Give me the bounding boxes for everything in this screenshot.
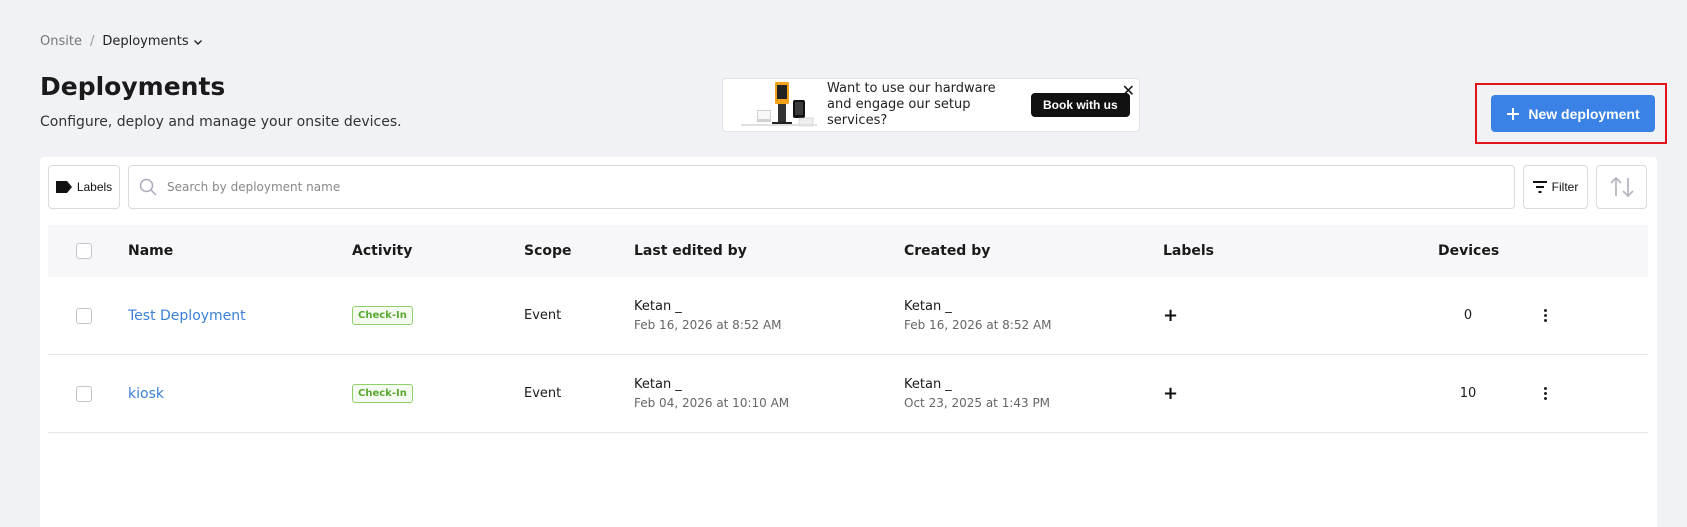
edited-date: Feb 04, 2026 at 10:10 AM <box>634 395 790 410</box>
sort-arrows-icon <box>1609 176 1634 198</box>
promo-text: Want to use our hardware and engage our … <box>827 81 996 128</box>
add-label-icon[interactable]: + <box>1163 305 1178 326</box>
new-deployment-label: New deployment <box>1528 105 1640 122</box>
deployments-table: Name Activity Scope Last edited by Creat… <box>48 225 1648 433</box>
scope-value: Event <box>524 386 562 401</box>
deployments-panel: Labels Filter Name Activity Scope Last e… <box>40 157 1657 527</box>
labels-button-label: Labels <box>76 180 113 194</box>
devices-count: 10 <box>1459 386 1477 401</box>
created-date: Feb 16, 2026 at 8:52 AM <box>904 317 1052 332</box>
header-name[interactable]: Name <box>128 243 173 259</box>
close-icon[interactable]: ✕ <box>1122 81 1135 100</box>
add-label-icon[interactable]: + <box>1163 383 1178 404</box>
header-last-edited[interactable]: Last edited by <box>634 243 747 259</box>
page-title: Deployments <box>40 72 226 101</box>
sort-button[interactable] <box>1596 165 1647 209</box>
deployment-name-link[interactable]: Test Deployment <box>128 308 246 324</box>
chevron-down-icon <box>193 39 202 45</box>
created-cell: Ketan _ Oct 23, 2025 at 1:43 PM <box>904 375 1050 413</box>
breadcrumb-separator: / <box>89 34 95 49</box>
search-input[interactable] <box>167 180 1514 194</box>
activity-badge: Check-In <box>352 306 413 325</box>
created-by-name: Ketan _ <box>904 376 952 392</box>
header-devices[interactable]: Devices <box>1438 243 1499 259</box>
created-date: Oct 23, 2025 at 1:43 PM <box>904 395 1051 410</box>
header-scope[interactable]: Scope <box>524 243 572 259</box>
label-tag-icon <box>55 181 72 193</box>
table-row: kiosk Check-In Event Ketan _ Feb 04, 202… <box>48 355 1648 433</box>
breadcrumb-deployments-dropdown[interactable]: Deployments <box>102 34 202 49</box>
hardware-promo-banner: Want to use our hardware and engage our … <box>722 78 1140 132</box>
labels-button[interactable]: Labels <box>48 165 120 209</box>
edited-by-name: Ketan _ <box>634 298 682 314</box>
new-deployment-button[interactable]: New deployment <box>1491 95 1655 132</box>
row-checkbox[interactable] <box>76 385 92 402</box>
created-cell: Ketan _ Feb 16, 2026 at 8:52 AM <box>904 297 1052 335</box>
created-by-name: Ketan _ <box>904 298 952 314</box>
book-with-us-button[interactable]: Book with us <box>1031 93 1130 117</box>
search-icon <box>139 178 157 196</box>
more-options-icon[interactable] <box>1544 387 1547 400</box>
plus-icon <box>1507 107 1520 120</box>
breadcrumb: Onsite / Deployments <box>40 34 203 49</box>
table-header: Name Activity Scope Last edited by Creat… <box>48 225 1648 277</box>
header-labels: Labels <box>1163 243 1215 259</box>
last-edited-cell: Ketan _ Feb 04, 2026 at 10:10 AM <box>634 375 789 413</box>
page-subtitle: Configure, deploy and manage your onsite… <box>40 114 402 130</box>
edited-date: Feb 16, 2026 at 8:52 AM <box>634 317 782 332</box>
activity-badge: Check-In <box>352 384 413 403</box>
breadcrumb-current-label: Deployments <box>102 34 189 49</box>
more-options-icon[interactable] <box>1544 309 1547 322</box>
search-box[interactable] <box>128 165 1515 209</box>
select-all-checkbox[interactable] <box>76 243 92 259</box>
row-checkbox[interactable] <box>76 307 92 324</box>
hardware-devices-image <box>739 78 819 132</box>
toolbar: Labels Filter <box>48 165 1649 209</box>
header-activity[interactable]: Activity <box>352 243 412 259</box>
deployment-name-link[interactable]: kiosk <box>128 386 164 402</box>
breadcrumb-onsite[interactable]: Onsite <box>40 34 82 49</box>
edited-by-name: Ketan _ <box>634 376 682 392</box>
scope-value: Event <box>524 308 562 323</box>
header-created[interactable]: Created by <box>904 243 990 259</box>
table-row: Test Deployment Check-In Event Ketan _ F… <box>48 277 1648 355</box>
devices-count: 0 <box>1463 308 1473 323</box>
last-edited-cell: Ketan _ Feb 16, 2026 at 8:52 AM <box>634 297 782 335</box>
filter-button-label: Filter <box>1551 180 1579 194</box>
filter-button[interactable]: Filter <box>1523 165 1588 209</box>
filter-icon <box>1532 181 1547 193</box>
